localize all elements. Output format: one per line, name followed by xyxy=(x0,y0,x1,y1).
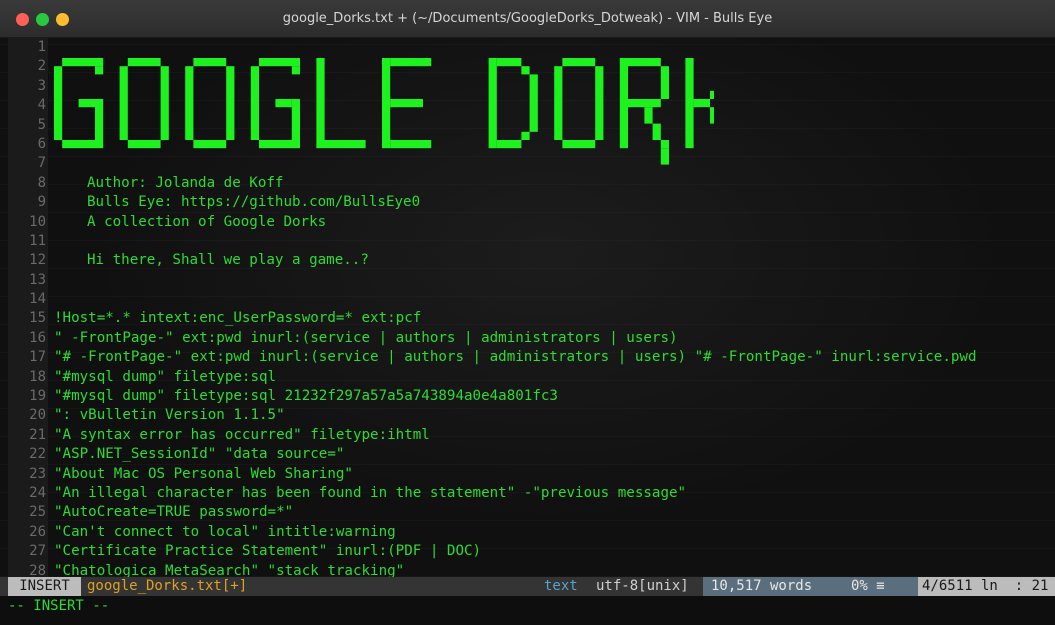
line-number: 14 xyxy=(29,291,46,308)
code-line[interactable]: Bulls Eye: https://github.com/BullsEye0 xyxy=(54,193,1054,212)
code-line[interactable]: ": vBulletin Version 1.1.5" xyxy=(54,406,1054,425)
code-line[interactable] xyxy=(54,290,1054,309)
line-number: 11 xyxy=(29,232,46,249)
mode-indicator: INSERT xyxy=(8,577,81,596)
line-number: 15 xyxy=(29,310,46,327)
code-line[interactable]: " -FrontPage-" ext:pwd inurl:(service | … xyxy=(54,329,1054,348)
line-number: 22 xyxy=(29,446,46,463)
line-number: 8 xyxy=(37,174,46,191)
code-line[interactable] xyxy=(54,116,1054,135)
code-line[interactable]: "A syntax error has occurred" filetype:i… xyxy=(54,426,1054,445)
line-number: 1 xyxy=(37,39,46,55)
line-number: 16 xyxy=(29,329,46,346)
line-number: 23 xyxy=(29,465,46,482)
line-number: 18 xyxy=(29,368,46,385)
line-numbers: 1 2 3 4 5 6 7 8 9 10 11 12 13 14 15 16 17 18 19 20 21 22 23 24 2… xyxy=(8,38,46,577)
status-cursor-position: 4/6511 ln : 21 xyxy=(922,578,1049,594)
code-line[interactable]: Hi there, Shall we play a game..? xyxy=(54,251,1054,270)
title-bar: google_Dorks.txt + (~/Documents/GoogleDo… xyxy=(0,0,1055,38)
code-line[interactable] xyxy=(54,77,1054,96)
line-number: 5 xyxy=(37,116,46,133)
vim-window: google_Dorks.txt + (~/Documents/GoogleDo… xyxy=(0,0,1055,625)
status-filename: google_Dorks.txt[+] xyxy=(87,578,248,594)
command-line[interactable]: -- INSERT -- xyxy=(0,596,1055,625)
code-line[interactable]: "Can't connect to local" intitle:warning xyxy=(54,523,1054,542)
line-number: 7 xyxy=(37,155,46,172)
code-line[interactable] xyxy=(54,271,1054,290)
line-number: 13 xyxy=(29,271,46,288)
code-line[interactable] xyxy=(54,96,1054,115)
editor-buffer[interactable]: 1 2 3 4 5 6 7 8 9 10 11 12 13 14 15 16 17 18 19 20 21 22 23 24 2… xyxy=(0,38,1055,577)
line-number: 25 xyxy=(29,504,46,521)
status-encoding: utf-8[unix] xyxy=(596,578,689,594)
code-line[interactable] xyxy=(54,154,1054,173)
code-line[interactable]: "# -FrontPage-" ext:pwd inurl:(service |… xyxy=(54,348,1054,367)
code-line[interactable]: "Chatologica MetaSearch" "stack tracking… xyxy=(54,562,1054,577)
code-line[interactable]: "An illegal character has been found in … xyxy=(54,484,1054,503)
line-number: 19 xyxy=(29,388,46,405)
code-line[interactable]: "ASP.NET_SessionId" "data source=" xyxy=(54,445,1054,464)
line-number: 6 xyxy=(37,135,46,152)
code-lines[interactable]: Author: Jolanda de Koff Bulls Eye: https:… xyxy=(54,38,1054,577)
window-title: google_Dorks.txt + (~/Documents/GoogleDo… xyxy=(282,11,773,26)
line-number: 12 xyxy=(29,252,46,269)
code-line[interactable]: "About Mac OS Personal Web Sharing" xyxy=(54,465,1054,484)
status-line: INSERT google_Dorks.txt[+] text utf-8[un… xyxy=(0,577,1055,596)
line-number: 9 xyxy=(37,194,46,211)
status-percent: 0% ≡ xyxy=(851,578,885,594)
line-number: 10 xyxy=(29,213,46,230)
status-filetype: text xyxy=(544,578,578,594)
line-number: 20 xyxy=(29,407,46,424)
code-line[interactable]: "#mysql dump" filetype:sql xyxy=(54,368,1054,387)
line-number: 21 xyxy=(29,426,46,443)
code-line[interactable] xyxy=(54,135,1054,154)
status-word-count: 10,517 words xyxy=(711,578,813,594)
line-number: 4 xyxy=(37,97,46,114)
code-line[interactable]: A collection of Google Dorks xyxy=(54,213,1054,232)
line-number: 27 xyxy=(29,543,46,560)
code-line[interactable]: "AutoCreate=TRUE password=*" xyxy=(54,503,1054,522)
code-line[interactable] xyxy=(54,57,1054,76)
line-number: 26 xyxy=(29,523,46,540)
line-number: 17 xyxy=(29,349,46,366)
line-number: 24 xyxy=(29,484,46,501)
code-line[interactable]: !Host=*.* intext:enc_UserPassword=* ext:… xyxy=(54,309,1054,328)
line-number: 3 xyxy=(37,77,46,94)
code-line[interactable]: "#mysql dump" filetype:sql 21232f297a57a… xyxy=(54,387,1054,406)
code-line[interactable]: "Certificate Practice Statement" inurl:(… xyxy=(54,542,1054,561)
code-line[interactable]: Author: Jolanda de Koff xyxy=(54,174,1054,193)
code-line[interactable] xyxy=(54,38,1054,57)
line-number: 28 xyxy=(29,562,46,577)
code-line[interactable] xyxy=(54,232,1054,251)
line-number: 2 xyxy=(37,58,46,75)
